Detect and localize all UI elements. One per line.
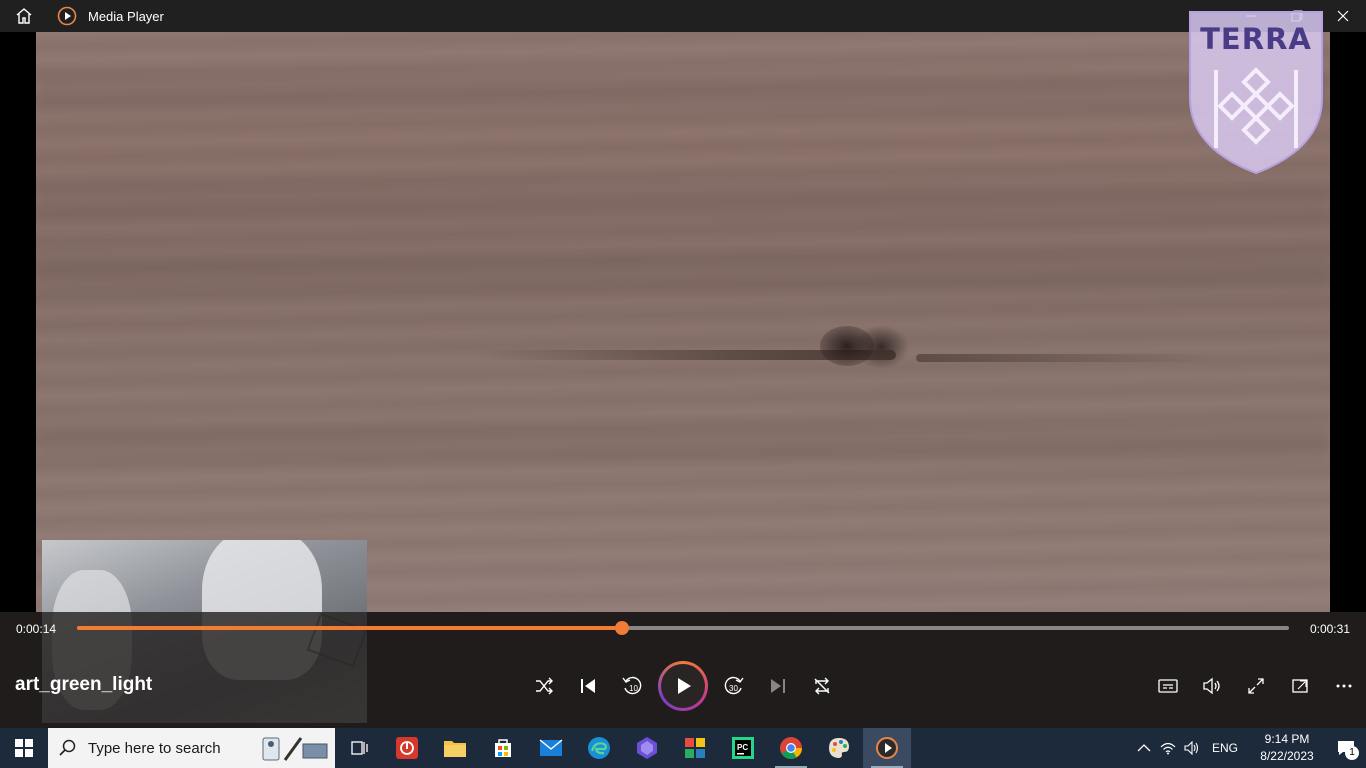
clock-time: 9:14 PM xyxy=(1264,732,1310,746)
task-view-icon xyxy=(351,741,368,755)
paint-icon xyxy=(829,738,849,758)
chevron-up-icon xyxy=(1137,744,1151,752)
rewind-10-icon: 10 xyxy=(622,676,642,695)
fullscreen-button[interactable] xyxy=(1238,668,1274,704)
forward-30-icon: 30 xyxy=(724,676,744,695)
search-highlight-icon xyxy=(259,732,331,764)
video-streak xyxy=(916,354,1216,362)
mini-player-icon xyxy=(1292,679,1308,693)
video-object xyxy=(820,326,874,366)
taskbar-store[interactable] xyxy=(479,728,527,768)
chrome-icon xyxy=(780,737,802,759)
taskbar-chrome[interactable] xyxy=(767,728,815,768)
seek-handle[interactable] xyxy=(615,621,630,635)
task-view-button[interactable] xyxy=(335,728,383,768)
mini-player-button[interactable] xyxy=(1282,668,1318,704)
rewind-10-button[interactable]: 10 xyxy=(614,668,650,704)
previous-icon xyxy=(581,679,595,693)
input-language[interactable]: ENG xyxy=(1212,741,1238,755)
close-button[interactable] xyxy=(1320,0,1366,32)
repeat-button[interactable] xyxy=(804,668,840,704)
next-button[interactable] xyxy=(760,668,796,704)
volume-tray-button[interactable] xyxy=(1180,728,1204,768)
volume-button[interactable] xyxy=(1194,668,1230,704)
notification-center-button[interactable]: 1 xyxy=(1326,728,1366,768)
pycharm-icon: PC xyxy=(732,737,754,759)
captions-icon xyxy=(1158,679,1178,693)
home-button[interactable] xyxy=(0,0,48,32)
svg-text:30: 30 xyxy=(729,684,738,693)
forward-30-button[interactable]: 30 xyxy=(716,668,752,704)
clock[interactable]: 9:14 PM 8/22/2023 xyxy=(1248,731,1326,765)
edge-icon xyxy=(588,737,610,759)
video-texture xyxy=(36,252,1330,292)
show-hidden-icons-button[interactable] xyxy=(1132,728,1156,768)
media-title: art_green_light xyxy=(15,674,153,695)
app-colorful-icon xyxy=(685,738,705,758)
app-purple-icon xyxy=(637,737,657,759)
close-icon xyxy=(1337,10,1349,22)
svg-text:PC: PC xyxy=(737,743,748,752)
volume-icon xyxy=(1203,677,1220,695)
clock-date: 8/22/2023 xyxy=(1260,749,1314,763)
search-placeholder: Type here to search xyxy=(88,739,221,757)
window-title: Media Player xyxy=(88,8,164,24)
video-texture xyxy=(36,182,1330,222)
current-time: 0:00:14 xyxy=(16,622,57,636)
mail-icon xyxy=(539,739,563,756)
play-button-inner xyxy=(661,664,705,708)
play-icon xyxy=(678,678,691,694)
taskbar-pycharm[interactable]: PC xyxy=(719,728,767,768)
playback-controls: 0:00:14 0:00:31 art_green_light 10 30 xyxy=(0,612,1366,728)
more-button[interactable] xyxy=(1326,668,1362,704)
system-tray: ENG 9:14 PM 8/22/2023 1 xyxy=(1132,728,1366,768)
next-icon xyxy=(771,679,785,693)
taskbar: Type here to search PC ENG 9:14 PM 8/22/… xyxy=(0,728,1366,768)
video-texture xyxy=(36,72,1330,112)
seek-bar[interactable] xyxy=(77,621,1289,635)
captions-button[interactable] xyxy=(1150,668,1186,704)
watermark-text: TERRA xyxy=(1200,22,1312,56)
windows-icon xyxy=(15,739,33,757)
taskbar-edge[interactable] xyxy=(575,728,623,768)
fullscreen-icon xyxy=(1248,678,1264,694)
search-box[interactable]: Type here to search xyxy=(48,728,335,768)
taskbar-app-colorful[interactable] xyxy=(671,728,719,768)
taskbar-app-red[interactable] xyxy=(383,728,431,768)
taskbar-media-player[interactable] xyxy=(863,728,911,768)
media-player-window: Media Player TERRA 0:00:14 0:00:31 art_g… xyxy=(0,0,1366,768)
file-explorer-icon xyxy=(444,741,466,757)
play-button[interactable] xyxy=(658,661,708,711)
media-player-icon xyxy=(56,5,78,27)
home-icon xyxy=(16,8,32,24)
seek-progress xyxy=(77,626,623,630)
more-icon xyxy=(1336,684,1352,688)
video-frame[interactable] xyxy=(36,32,1330,612)
video-texture xyxy=(36,422,1330,462)
notification-badge: 1 xyxy=(1345,746,1359,760)
previous-button[interactable] xyxy=(570,668,606,704)
search-icon xyxy=(48,728,88,768)
svg-text:10: 10 xyxy=(629,684,638,693)
media-player-icon xyxy=(876,737,898,759)
taskbar-app-purple[interactable] xyxy=(623,728,671,768)
title-bar: Media Player xyxy=(0,0,1366,32)
total-time: 0:00:31 xyxy=(1309,622,1350,636)
taskbar-mail[interactable] xyxy=(527,728,575,768)
start-button[interactable] xyxy=(0,728,48,768)
taskbar-file-explorer[interactable] xyxy=(431,728,479,768)
store-icon xyxy=(495,739,511,757)
app-red-icon xyxy=(396,737,418,759)
watermark-logo: TERRA xyxy=(1186,8,1326,176)
taskbar-paint[interactable] xyxy=(815,728,863,768)
speaker-icon xyxy=(1184,741,1199,755)
repeat-icon xyxy=(814,677,830,695)
shuffle-icon xyxy=(536,677,553,695)
wifi-icon xyxy=(1160,742,1176,755)
shuffle-button[interactable] xyxy=(526,668,562,704)
network-button[interactable] xyxy=(1156,728,1180,768)
